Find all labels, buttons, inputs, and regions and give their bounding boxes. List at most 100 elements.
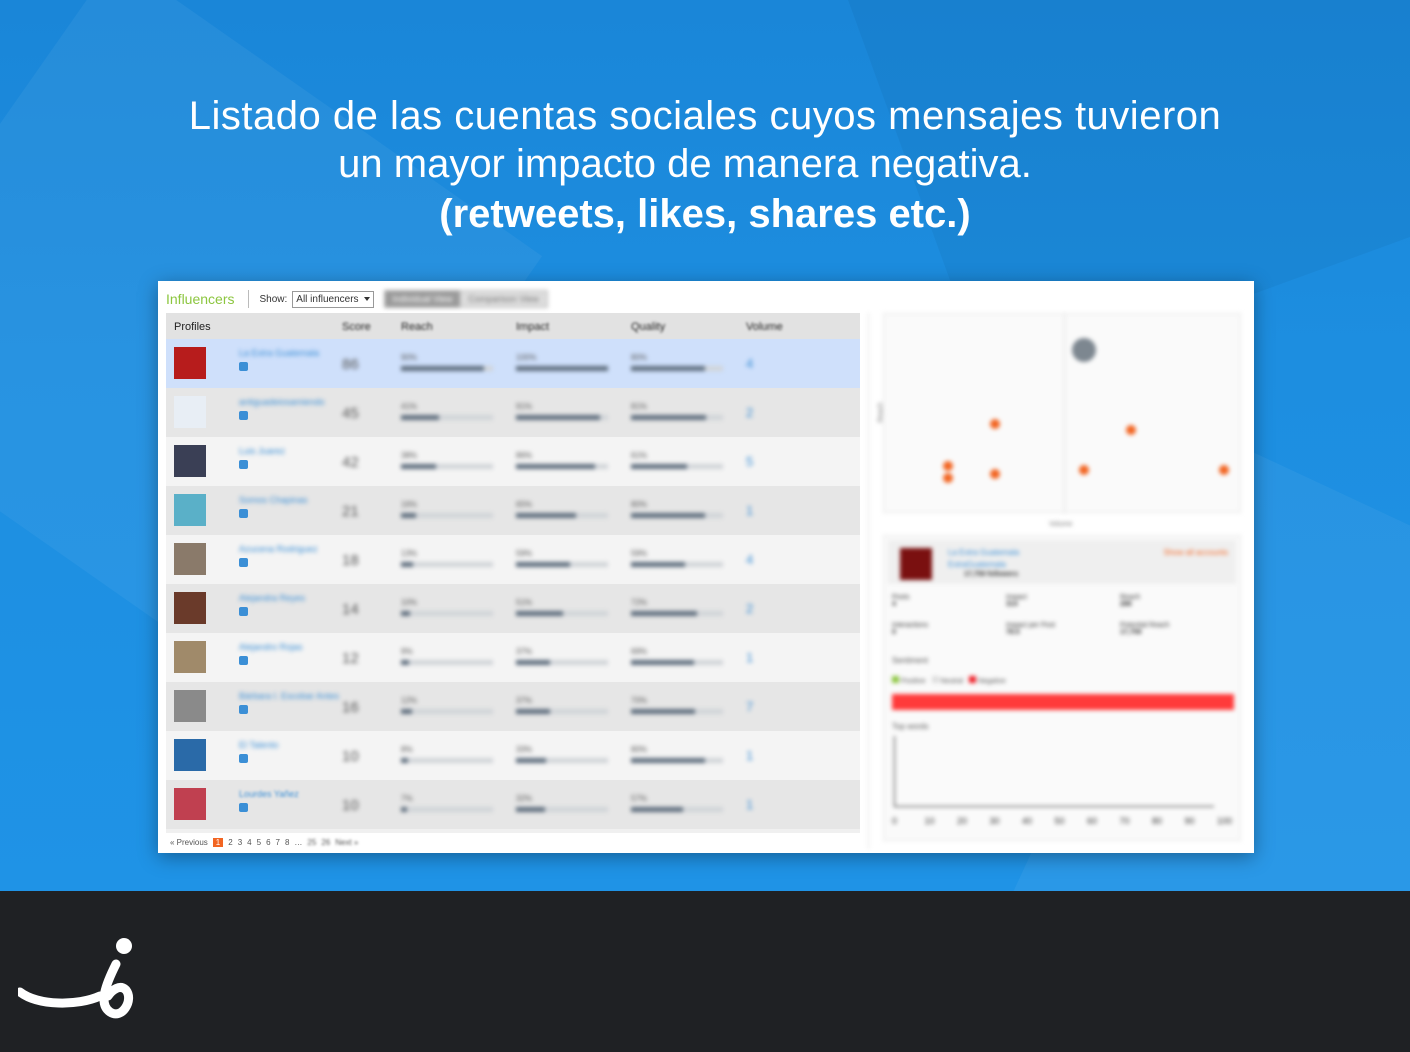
scatter-point[interactable] [1219, 465, 1230, 475]
axis-tick-label: 0 [892, 816, 898, 826]
profile-name[interactable]: El Talento [239, 740, 278, 750]
page-link[interactable]: 3 [238, 838, 242, 847]
scatter-point[interactable] [989, 419, 1000, 429]
quality-metric: 70% [631, 696, 723, 714]
page-link[interactable]: 6 [266, 838, 270, 847]
avatar[interactable] [174, 788, 206, 820]
volume-link[interactable]: 5 [746, 454, 753, 469]
table-row[interactable]: Alejandro Rojas 12 9% 37% 69% 1 [166, 633, 860, 682]
table-row[interactable]: La Extra Guatemala 86 90% 100% 80% 4 [166, 339, 860, 388]
stat-label: Posts [892, 594, 910, 601]
volume-link[interactable]: 1 [746, 503, 753, 518]
profile-name[interactable]: Azucena Rodriguez [239, 544, 318, 554]
detail-name[interactable]: La Extra Guatemala [948, 548, 1019, 557]
impact-percent: 91% [516, 402, 533, 411]
page-link[interactable]: 2 [228, 838, 232, 847]
scatter-point[interactable] [1126, 425, 1137, 435]
page-link[interactable]: 1 [212, 838, 224, 847]
page-link[interactable]: 7 [276, 838, 280, 847]
quality-percent: 61% [631, 451, 648, 460]
volume-link[interactable]: 2 [746, 601, 753, 616]
avatar[interactable] [174, 592, 206, 624]
reach-percent: 9% [401, 647, 413, 656]
volume-link[interactable]: 1 [746, 797, 753, 812]
volume-link[interactable]: 4 [746, 552, 753, 567]
page-link[interactable]: 4 [247, 838, 251, 847]
page-link[interactable]: 5 [257, 838, 261, 847]
avatar[interactable] [174, 543, 206, 575]
quality-metric: 69% [631, 647, 723, 665]
profile-name[interactable]: Somos Chapinas [239, 495, 308, 505]
reach-metric: 8% [401, 745, 493, 763]
network-icon [239, 754, 248, 763]
volume-link[interactable]: 1 [746, 748, 753, 763]
detail-stat: Impact 314 [1006, 594, 1027, 608]
table-row[interactable]: Bárbara I. Escobar Antes 16 12% 37% 70% … [166, 682, 860, 731]
header-impact[interactable]: Impact [516, 321, 549, 333]
profile-name[interactable]: Luis Juarez [239, 446, 285, 456]
quality-bar-track [631, 660, 723, 665]
next-link[interactable]: Next » [335, 838, 358, 847]
comparison-view-button[interactable]: Comparison View [460, 291, 547, 307]
network-icon [239, 558, 248, 567]
page-link[interactable]: 25 [307, 838, 316, 847]
profile-name[interactable]: Lourdes Yañez [239, 789, 299, 799]
header-volume[interactable]: Volume [746, 321, 783, 333]
show-all-accounts-link[interactable]: Show all accounts [1164, 548, 1228, 557]
reach-bar-track [401, 807, 493, 812]
axis-tick-label: 70 [1119, 816, 1130, 826]
reach-percent: 8% [401, 745, 413, 754]
avatar[interactable] [174, 494, 206, 526]
individual-view-button[interactable]: Individual View [384, 291, 461, 307]
scatter-point[interactable] [943, 473, 954, 483]
scatter-point[interactable] [1072, 338, 1097, 362]
scatter-point[interactable] [989, 469, 1000, 479]
profile-name[interactable]: Alejandra Reyes [239, 593, 305, 603]
header-quality[interactable]: Quality [631, 321, 665, 333]
table-row[interactable]: El Talento 10 8% 33% 80% 1 [166, 731, 860, 780]
avatar[interactable] [174, 690, 206, 722]
avatar[interactable] [174, 347, 206, 379]
show-select[interactable]: All influencers [292, 290, 374, 308]
volume-link[interactable]: 4 [746, 356, 753, 371]
quality-bar-fill [631, 415, 706, 420]
reach-metric: 9% [401, 647, 493, 665]
network-icon [239, 460, 248, 469]
header-reach[interactable]: Reach [401, 321, 433, 333]
profile-name[interactable]: antiguadeiosamiendo [239, 397, 325, 407]
stat-value: 314 [1006, 601, 1018, 608]
scatter-point[interactable] [943, 461, 954, 471]
profile-name[interactable]: Bárbara I. Escobar Antes [239, 691, 339, 701]
avatar[interactable] [174, 641, 206, 673]
detail-followers: 17,759 followers [964, 571, 1019, 578]
table-row[interactable]: Azucena Rodriguez 18 13% 59% 59% 4 [166, 535, 860, 584]
quality-bar-fill [631, 464, 688, 469]
profile-name[interactable]: Alejandro Rojas [239, 642, 303, 652]
volume-link[interactable]: 2 [746, 405, 753, 420]
table-row[interactable]: Lourdes Yañez 10 7% 32% 57% 1 [166, 780, 860, 829]
quality-metric: 61% [631, 451, 723, 469]
table-row[interactable]: antiguadeiosamiendo 45 41% 91% 81% 2 [166, 388, 860, 437]
quality-bar-fill [631, 366, 705, 371]
header-score[interactable]: Score [342, 321, 371, 333]
detail-handle[interactable]: ExtraGuatemala [948, 560, 1006, 569]
table-header: Profiles Score Reach Impact Quality Volu… [166, 313, 860, 339]
page-numbers: 1 2 3 4 5 6 7 8 … 25 26 [212, 838, 330, 847]
reach-percent: 10% [401, 598, 418, 607]
reach-bar-fill [401, 513, 416, 518]
table-row[interactable]: Alejandra Reyes 14 10% 51% 72% 2 [166, 584, 860, 633]
table-row[interactable]: Somos Chapinas 21 16% 65% 80% 1 [166, 486, 860, 535]
reach-bar-track [401, 709, 493, 714]
profile-name[interactable]: La Extra Guatemala [239, 348, 319, 358]
avatar[interactable] [174, 739, 206, 771]
page-link[interactable]: … [294, 838, 302, 847]
page-link[interactable]: 8 [285, 838, 289, 847]
avatar[interactable] [174, 396, 206, 428]
volume-link[interactable]: 1 [746, 650, 753, 665]
scatter-point[interactable] [1079, 465, 1090, 475]
previous-link[interactable]: « Previous [170, 838, 208, 847]
volume-link[interactable]: 7 [746, 699, 753, 714]
table-row[interactable]: Luis Juarez 42 38% 86% 61% 5 [166, 437, 860, 486]
avatar[interactable] [174, 445, 206, 477]
page-link[interactable]: 26 [321, 838, 330, 847]
